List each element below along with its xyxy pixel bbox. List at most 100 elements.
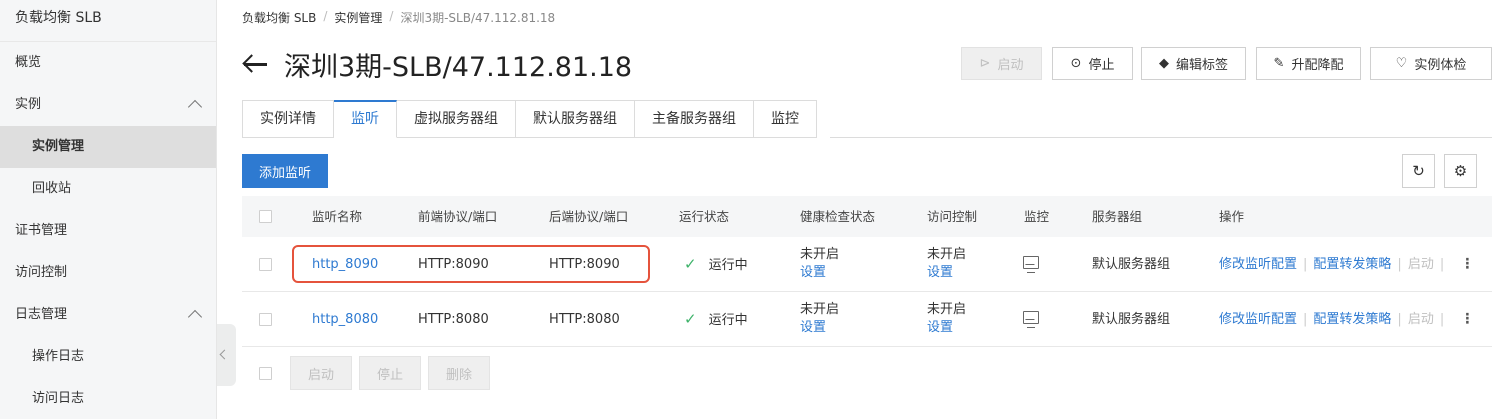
sidebar-item-access-logs[interactable]: 访问日志 [0, 378, 216, 420]
stop-icon: ⊙ [1070, 56, 1082, 71]
status-text: 运行中 [708, 258, 748, 273]
row-checkbox[interactable] [259, 313, 272, 326]
table-header: 监听名称 前端协议/端口 后端协议/端口 运行状态 健康检查状态 访问控制 监控… [242, 196, 1492, 237]
edit-tags-button[interactable]: ◆ 编辑标签 [1141, 47, 1246, 80]
sidebar-collapse-button[interactable] [217, 324, 236, 386]
tag-icon: ◆ [1158, 56, 1169, 71]
column-header: 后端协议/端口 [549, 209, 629, 224]
add-listener-button[interactable]: 添加监听 [242, 154, 328, 188]
row-actions: 修改监听配置 | 配置转发策略 | 启动 | ⋮ [1219, 292, 1474, 347]
action-divider: | [1439, 257, 1445, 272]
more-vertical-icon[interactable]: ⋮ [1460, 237, 1474, 292]
column-header: 访问控制 [927, 209, 978, 224]
instance-health-check-button[interactable]: ♡ 实例体检 [1370, 47, 1492, 80]
chevron-up-icon [187, 99, 203, 115]
highlight-annotation [292, 245, 650, 283]
tab-listeners[interactable]: 监听 [334, 100, 397, 138]
page-header: 深圳3期-SLB/47.112.81.18 [242, 44, 632, 84]
tab-bar: 实例详情 监听 虚拟服务器组 默认服务器组 主备服务器组 监控 [242, 100, 817, 138]
health-check-cell: 未开启 设置 [800, 246, 839, 282]
upgrade-downgrade-button[interactable]: ✎ 升配降配 [1256, 47, 1361, 80]
start-listener-link[interactable]: 启动 [1408, 292, 1434, 347]
bulk-start-button[interactable]: 启动 [290, 356, 352, 390]
column-header: 运行状态 [679, 209, 730, 224]
tab-divider [830, 137, 1492, 138]
breadcrumb-root[interactable]: 负载均衡 SLB [242, 9, 316, 26]
action-divider: | [1303, 312, 1308, 327]
sidebar-item-recycle-bin[interactable]: 回收站 [0, 168, 216, 210]
column-header: 健康检查状态 [800, 209, 876, 224]
start-label: 启动 [997, 58, 1024, 73]
start-listener-link[interactable]: 启动 [1408, 237, 1434, 292]
select-all-checkbox[interactable] [259, 210, 272, 223]
health-settings-link[interactable]: 设置 [800, 319, 839, 337]
column-header: 操作 [1219, 209, 1245, 224]
chevron-up-icon [187, 309, 203, 325]
breadcrumb-separator: / [323, 9, 328, 23]
row-actions: 修改监听配置 | 配置转发策略 | 启动 | ⋮ [1219, 237, 1474, 292]
health-label: 实例体检 [1414, 58, 1467, 73]
sidebar-item-instances[interactable]: 实例 [0, 84, 216, 126]
health-settings-link[interactable]: 设置 [800, 264, 839, 282]
tab-vserver-groups[interactable]: 虚拟服务器组 [397, 100, 516, 138]
edit-listener-link[interactable]: 修改监听配置 [1219, 292, 1297, 347]
sidebar: 负载均衡 SLB 概览 实例 实例管理 回收站 证书管理 访问控制 日志管理 操… [0, 0, 217, 419]
bulk-stop-button[interactable]: 停止 [359, 356, 421, 390]
table-row: http_8080 HTTP:8080 HTTP:8080 ✓ 运行中 未开启 设… [242, 292, 1492, 347]
server-group: 默认服务器组 [1092, 312, 1171, 327]
run-status: ✓ 运行中 [684, 292, 748, 348]
pencil-icon: ✎ [1273, 56, 1285, 71]
chevron-left-icon [219, 349, 230, 360]
sidebar-item-instance-management[interactable]: 实例管理 [0, 126, 216, 168]
monitor-chart-icon[interactable] [1023, 311, 1039, 328]
check-icon: ✓ [684, 310, 697, 328]
listener-name-link[interactable]: http_8080 [312, 292, 378, 347]
backend-port: HTTP:8080 [549, 312, 620, 327]
check-icon: ✓ [684, 255, 697, 273]
edit-tags-label: 编辑标签 [1175, 58, 1228, 73]
upgrade-label: 升配降配 [1291, 58, 1344, 73]
breadcrumb-separator: / [389, 9, 394, 23]
forwarding-rules-link[interactable]: 配置转发策略 [1313, 237, 1391, 292]
row-checkbox[interactable] [259, 258, 272, 271]
refresh-button[interactable]: ↻ [1402, 154, 1435, 188]
tab-master-slave-group[interactable]: 主备服务器组 [635, 100, 754, 138]
sidebar-title: 负载均衡 SLB [0, 0, 216, 42]
forwarding-rules-link[interactable]: 配置转发策略 [1313, 292, 1391, 347]
server-group: 默认服务器组 [1092, 257, 1171, 272]
action-divider: | [1439, 312, 1445, 327]
sidebar-item-label: 日志管理 [15, 307, 68, 322]
sidebar-item-certificates[interactable]: 证书管理 [0, 210, 216, 252]
heart-pulse-icon: ♡ [1395, 56, 1408, 71]
stop-label: 停止 [1088, 58, 1115, 73]
stop-instance-button[interactable]: ⊙ 停止 [1052, 47, 1133, 80]
breadcrumb-current: 深圳3期-SLB/47.112.81.18 [400, 11, 556, 25]
health-status: 未开启 [800, 247, 840, 262]
start-instance-button[interactable]: ⊳ 启动 [961, 47, 1042, 80]
more-vertical-icon[interactable]: ⋮ [1460, 292, 1474, 347]
action-divider: | [1303, 257, 1308, 272]
bulk-select-checkbox[interactable] [259, 367, 272, 380]
acl-settings-link[interactable]: 设置 [927, 319, 966, 337]
monitor-chart-icon[interactable] [1023, 256, 1039, 273]
tab-instance-details[interactable]: 实例详情 [242, 100, 334, 138]
back-arrow-icon[interactable] [242, 54, 268, 74]
run-status: ✓ 运行中 [684, 237, 748, 293]
bulk-delete-button[interactable]: 删除 [428, 356, 490, 390]
breadcrumb-section[interactable]: 实例管理 [334, 9, 382, 26]
sidebar-item-overview[interactable]: 概览 [0, 42, 216, 84]
tab-default-server-group[interactable]: 默认服务器组 [516, 100, 635, 138]
tab-monitoring[interactable]: 监控 [754, 100, 817, 138]
sidebar-item-log-management[interactable]: 日志管理 [0, 294, 216, 336]
acl-settings-link[interactable]: 设置 [927, 264, 966, 282]
settings-button[interactable]: ⚙ [1444, 154, 1477, 188]
column-header: 监控 [1024, 209, 1050, 224]
acl-status: 未开启 [927, 247, 967, 262]
sidebar-item-operation-logs[interactable]: 操作日志 [0, 336, 216, 378]
edit-listener-link[interactable]: 修改监听配置 [1219, 237, 1297, 292]
health-status: 未开启 [800, 302, 840, 317]
sidebar-item-access-control[interactable]: 访问控制 [0, 252, 216, 294]
gear-icon: ⚙ [1453, 162, 1468, 180]
status-text: 运行中 [708, 313, 748, 328]
acl-cell: 未开启 设置 [927, 246, 966, 282]
